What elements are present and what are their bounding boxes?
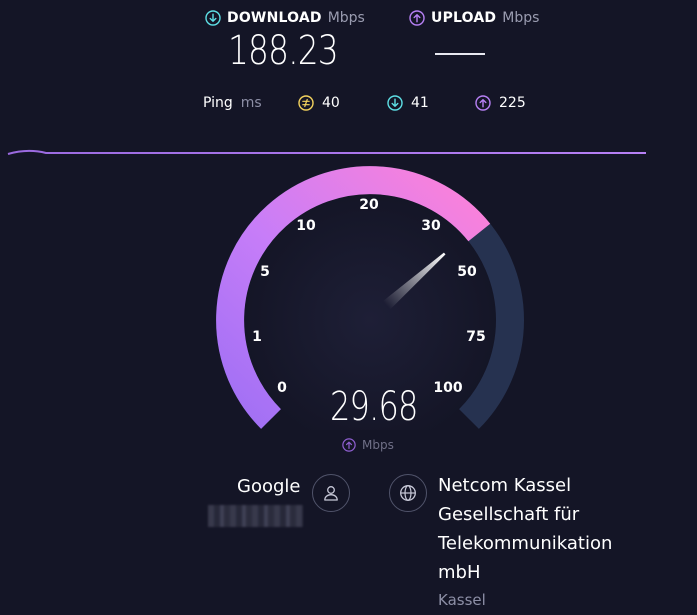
user-icon (324, 486, 338, 501)
arrow-down-circle-icon (205, 10, 221, 26)
gauge-unit-row: Mbps (342, 438, 394, 452)
server-location-redacted (208, 505, 303, 527)
gauge-tick-30: 30 (421, 218, 441, 234)
arrow-up-circle-icon (475, 95, 491, 111)
download-label: DOWNLOAD (227, 10, 322, 26)
download-value: 188.23 (228, 28, 339, 74)
isp-location: Kassel (438, 591, 486, 609)
isp-name-line-1: Netcom Kassel (438, 475, 572, 496)
ping-idle-value: 40 (322, 95, 340, 111)
gauge-tick-75: 75 (466, 329, 486, 345)
arrow-up-circle-icon (409, 10, 425, 26)
download-header: DOWNLOAD Mbps (205, 10, 365, 26)
ping-upload-value: 225 (499, 95, 526, 111)
gauge-tick-0: 0 (277, 380, 287, 396)
upload-unit: Mbps (502, 10, 540, 26)
gauge-current-value: 29.68 (330, 384, 418, 430)
gauge-tick-1: 1 (252, 329, 262, 345)
change-server-button[interactable] (312, 474, 350, 512)
gauge-tick-5: 5 (260, 264, 270, 280)
idle-latency-icon (298, 95, 314, 111)
gauge-value-wrap: 29.68 (320, 384, 420, 430)
isp-name-line-3: Telekommunikation (438, 533, 613, 554)
globe-icon (400, 485, 416, 501)
ping-download: 41 (387, 95, 429, 111)
isp-name-line-2: Gesellschaft für (438, 504, 580, 525)
gauge-tick-20: 20 (359, 197, 379, 213)
upload-value-placeholder (435, 53, 485, 55)
ping-values: 40 41 225 (0, 95, 697, 115)
isp-info: Netcom Kassel Gesellschaft für Telekommu… (438, 471, 612, 609)
arrow-down-circle-icon (387, 95, 403, 111)
ping-download-value: 41 (411, 95, 429, 111)
upload-label: UPLOAD (431, 10, 497, 26)
gauge-tick-10: 10 (296, 218, 316, 234)
isp-button[interactable] (389, 474, 427, 512)
ping-upload: 225 (475, 95, 526, 111)
upload-header: UPLOAD Mbps (409, 10, 539, 26)
gauge-unit: Mbps (362, 438, 394, 452)
gauge-tick-100: 100 (433, 380, 463, 396)
download-unit: Mbps (327, 10, 365, 26)
arrow-up-circle-icon (342, 438, 356, 452)
ping-idle: 40 (298, 95, 340, 111)
server-name[interactable]: Google (237, 476, 300, 497)
isp-name-line-4: mbH (438, 562, 481, 583)
gauge-tick-50: 50 (457, 264, 477, 280)
